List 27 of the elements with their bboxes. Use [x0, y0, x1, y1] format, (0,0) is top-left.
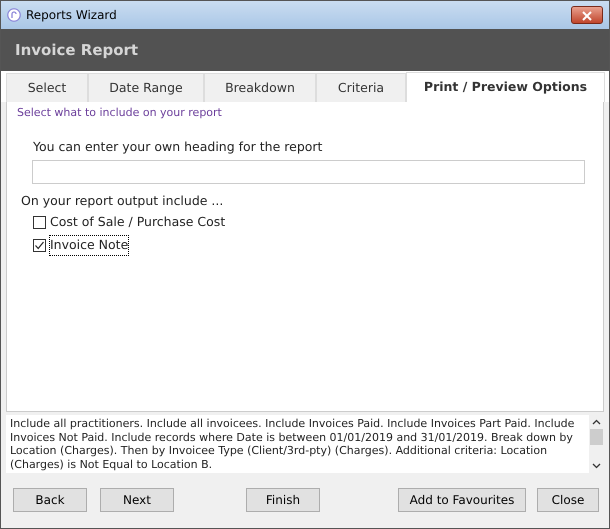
wizard-button[interactable]: Back — [13, 488, 87, 512]
tab[interactable]: Criteria — [316, 73, 406, 103]
scroll-down-icon[interactable] — [592, 463, 601, 469]
field-label: You can enter your own heading for the report — [33, 138, 324, 156]
close-button[interactable] — [571, 6, 603, 24]
checkbox-label[interactable]: Cost of Sale / Purchase Cost — [50, 213, 226, 232]
app-icon — [7, 8, 21, 22]
instruction-text: Select what to include on your report — [17, 105, 223, 121]
checkbox[interactable] — [33, 216, 46, 229]
close-icon — [582, 10, 592, 21]
wizard-button[interactable]: Next — [100, 488, 174, 512]
window-title: Reports Wizard — [26, 7, 117, 24]
summary-text: Include all practitioners. Include all invoicees. Include Invoices Paid. Include Invoices Part Paid. Include Invoices Not Paid. Include records where Date is between 01/01/2019 and 31/01/2019. Break down by Location (Charges). Then by Invoicee Type (Client/3rd-pty) (Charges). Additional criteria: Location (Charges) is Not Equal to Location B. — [9, 416, 576, 472]
tab[interactable]: Select — [6, 73, 88, 103]
checkbox-label[interactable]: Invoice Note — [50, 236, 128, 255]
heading-field[interactable] — [32, 160, 585, 184]
wizard-button[interactable]: Add to Favourites — [398, 488, 526, 512]
tab[interactable]: Print / Preview Options — [406, 72, 605, 102]
report-title: Invoice Report — [15, 40, 138, 61]
scroll-thumb[interactable] — [590, 429, 603, 445]
scroll-up-icon[interactable] — [592, 419, 601, 425]
section-label: On your report output include ... — [21, 192, 224, 210]
tab[interactable]: Date Range — [88, 73, 204, 103]
checkbox[interactable] — [33, 239, 46, 252]
wizard-button[interactable]: Close — [537, 488, 599, 512]
tab[interactable]: Breakdown — [204, 73, 316, 103]
wizard-button[interactable]: Finish — [246, 488, 320, 512]
